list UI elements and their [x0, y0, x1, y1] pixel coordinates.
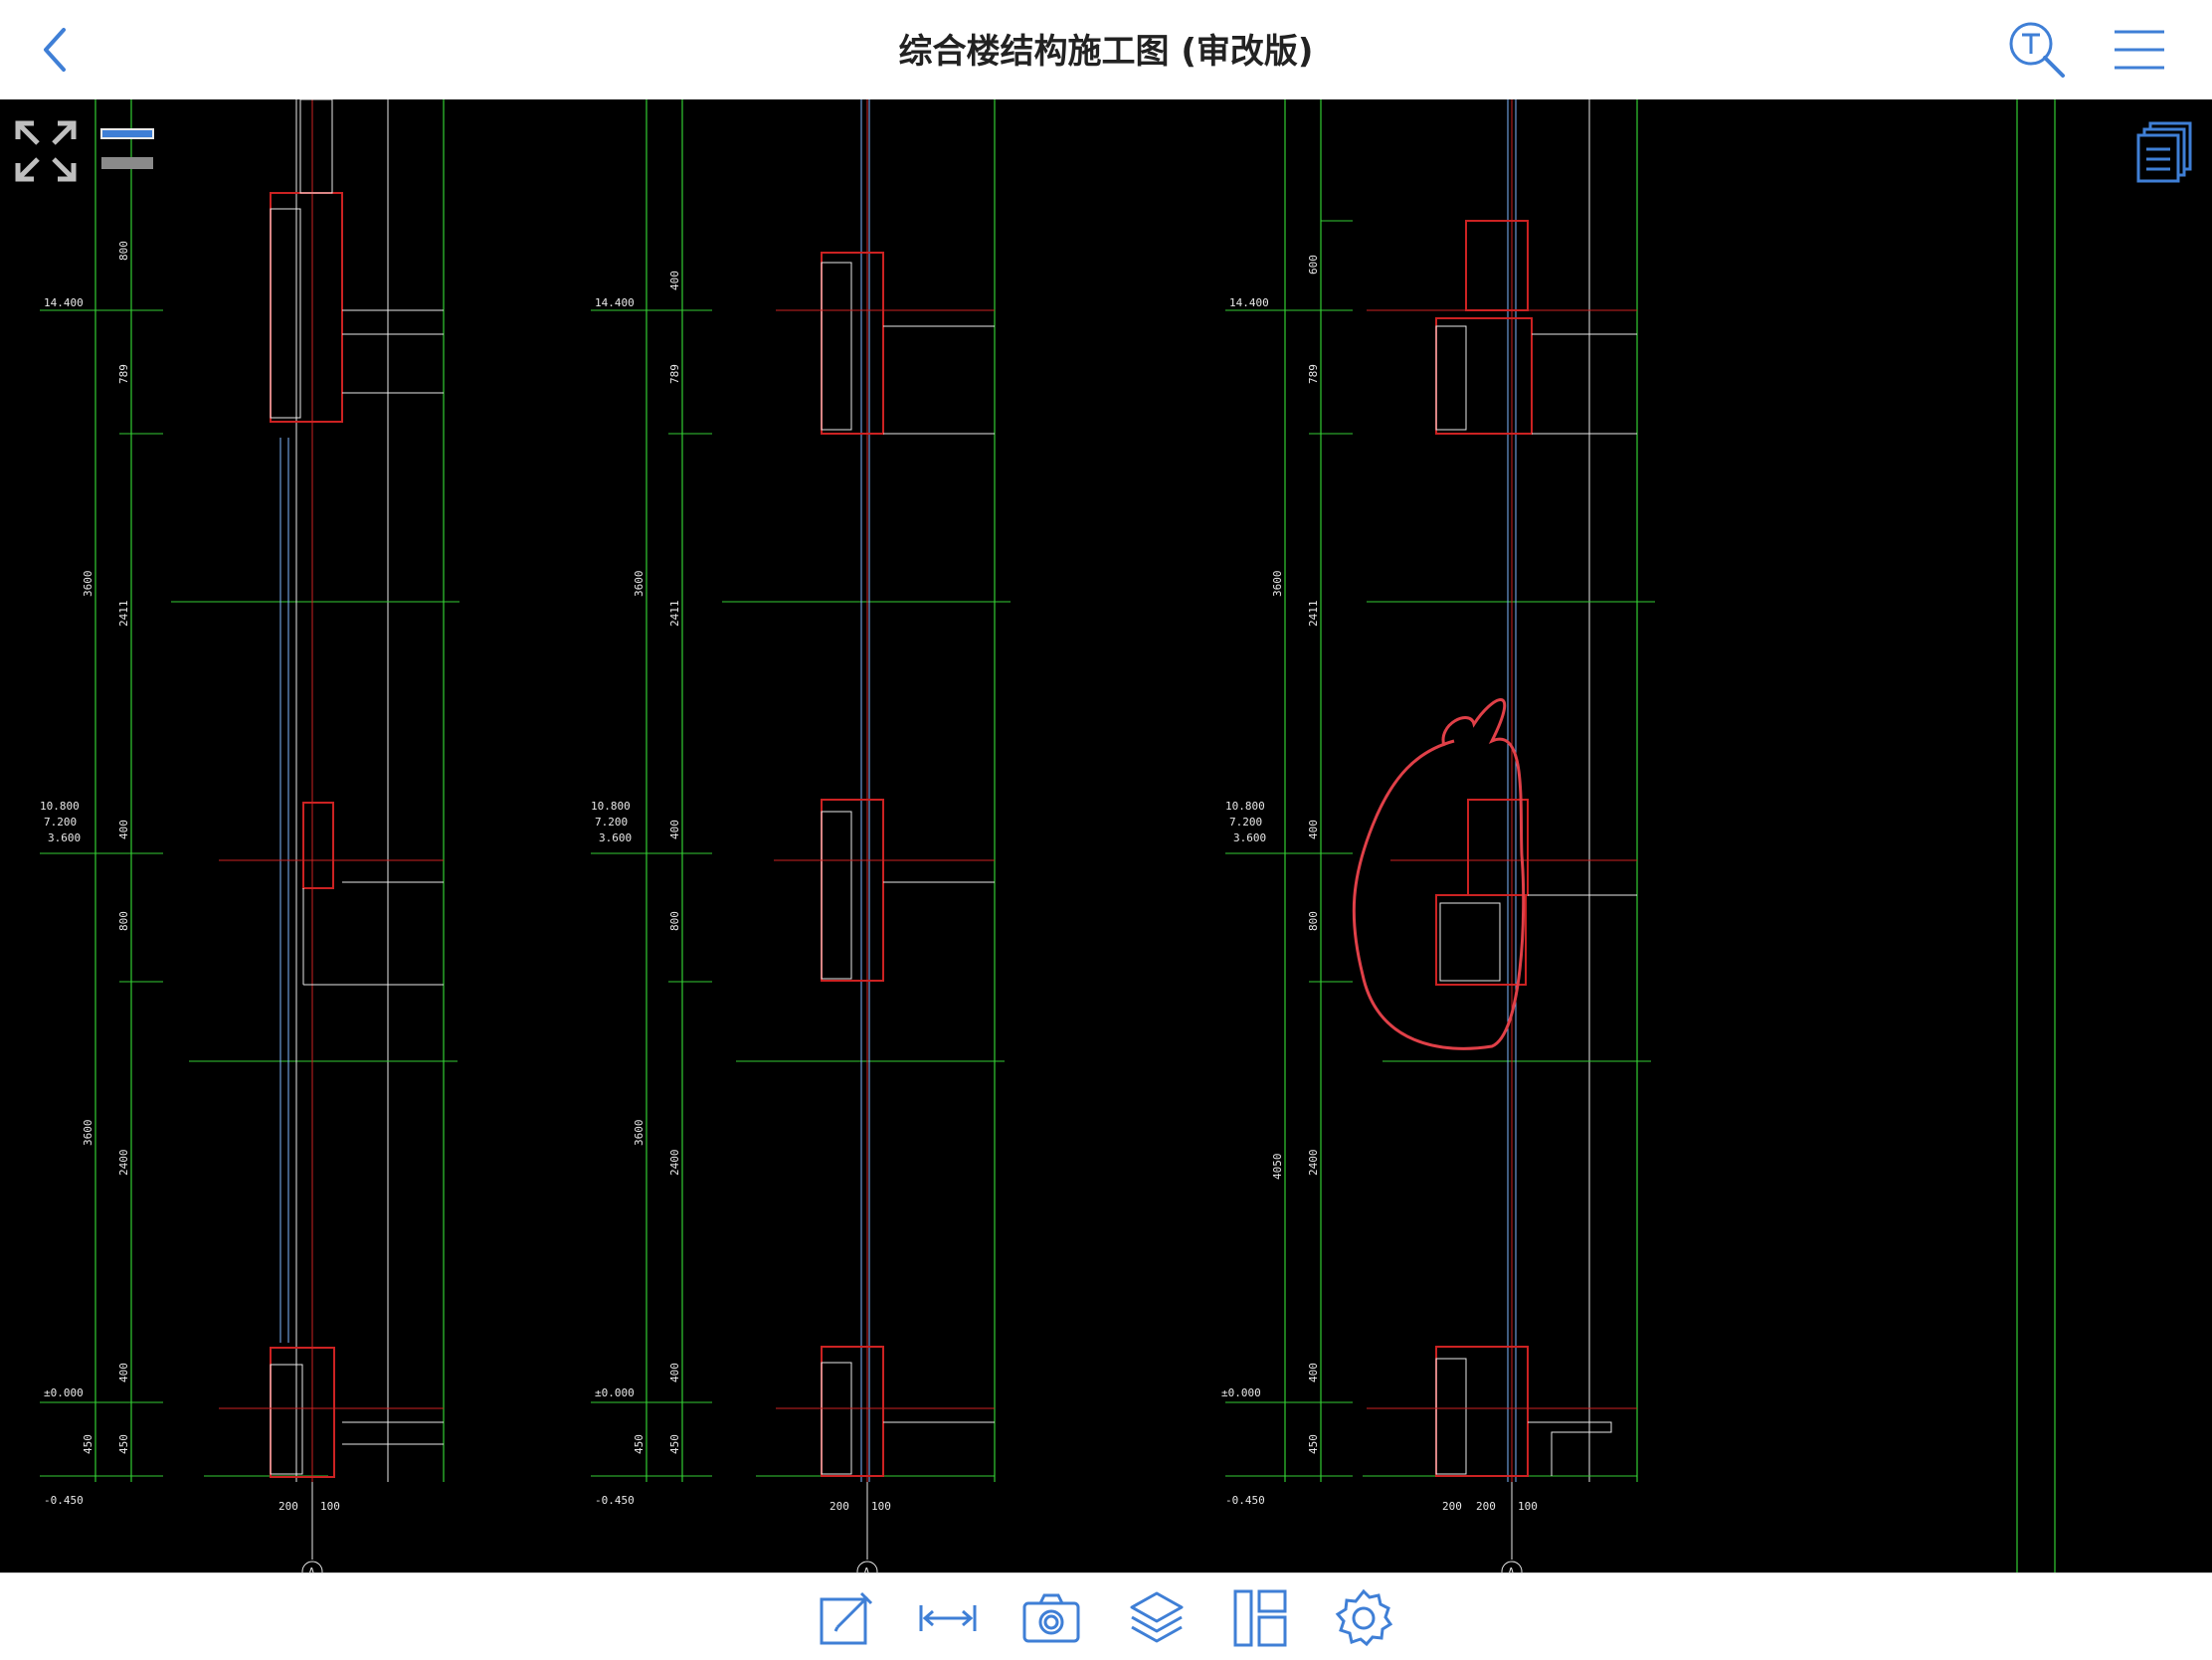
elev-label: 10.800	[40, 800, 80, 813]
dim-label: 450	[82, 1434, 94, 1454]
menu-button[interactable]	[2113, 26, 2166, 74]
dim-label: 3600	[82, 571, 94, 598]
dim-label: 400	[117, 820, 130, 839]
elev-label: 7.200	[595, 816, 628, 829]
text-search-icon	[2009, 22, 2065, 78]
dim-label: 200	[1476, 1500, 1496, 1513]
elev-label: -0.450	[44, 1494, 84, 1507]
elev-label: -0.450	[1225, 1494, 1265, 1507]
dim-label: 400	[1307, 1363, 1320, 1383]
dim-label: 450	[668, 1434, 681, 1454]
stacked-pages-icon	[2136, 121, 2192, 183]
measure-arrows-icon	[919, 1605, 977, 1631]
elev-label: 7.200	[44, 816, 77, 829]
dim-label: 450	[117, 1434, 130, 1454]
section-1: 14.400 10.800 7.200 3.600 ±0.000 -0.450 …	[40, 99, 460, 1572]
dim-label: 400	[668, 1363, 681, 1383]
hamburger-menu-icon	[2115, 30, 2164, 70]
dim-label: 789	[117, 364, 130, 384]
dim-label: 200	[1442, 1500, 1462, 1513]
elev-label: 3.600	[48, 831, 81, 844]
elev-label: 3.600	[1233, 831, 1266, 844]
pencil-edit-icon	[820, 1591, 873, 1645]
dim-label: 400	[1307, 820, 1320, 839]
dim-label: 400	[668, 271, 681, 290]
section-2: 14.400 10.800 7.200 3.600 ±0.000 -0.450 …	[591, 99, 1011, 1572]
snapshot-tool[interactable]	[1020, 1587, 1082, 1649]
elev-label: ±0.000	[44, 1386, 84, 1399]
dim-label: 789	[668, 364, 681, 384]
dim-label: 2400	[117, 1150, 130, 1177]
dim-label: 2411	[668, 601, 681, 628]
page-title: 综合楼结构施工图 (审改版)	[898, 32, 1314, 72]
markup-circle[interactable]	[1352, 698, 1526, 1050]
elev-label: 10.800	[591, 800, 631, 813]
elev-label: 10.800	[1225, 800, 1265, 813]
elev-label: -0.450	[595, 1494, 635, 1507]
elev-label: 7.200	[1229, 816, 1262, 829]
elev-label: ±0.000	[1221, 1386, 1261, 1399]
dim-label: 450	[633, 1434, 645, 1454]
top-bar: 综合楼结构施工图 (审改版)	[0, 0, 2212, 100]
dim-label: 800	[117, 911, 130, 931]
dim-label: 2400	[668, 1150, 681, 1177]
fullscreen-button[interactable]	[14, 119, 78, 183]
dim-label: 800	[1307, 911, 1320, 931]
dim-label: 789	[1307, 364, 1320, 384]
dim-label: 400	[117, 1363, 130, 1383]
elev-label: 14.400	[44, 296, 84, 309]
dim-label: 200	[830, 1500, 849, 1513]
dim-label: 4050	[1271, 1154, 1284, 1181]
settings-tool[interactable]	[1333, 1587, 1394, 1649]
camera-icon	[1022, 1593, 1080, 1643]
dim-label: 100	[871, 1500, 891, 1513]
axis-label: A	[308, 1566, 315, 1572]
dim-label: 800	[668, 911, 681, 931]
text-search-button[interactable]	[2005, 18, 2069, 82]
dim-label: 3600	[633, 571, 645, 598]
layers-tool[interactable]	[1126, 1587, 1188, 1649]
dim-label: 800	[117, 241, 130, 261]
gear-icon	[1335, 1588, 1393, 1647]
dim-label: 100	[1518, 1500, 1538, 1513]
section-3: 14.400 10.800 7.200 3.600 ±0.000 -0.450 …	[1221, 99, 2056, 1572]
elev-label: 14.400	[595, 296, 635, 309]
markup-tool[interactable]	[816, 1587, 877, 1649]
elev-label: 3.600	[599, 831, 632, 844]
drawing-canvas[interactable]: 14.400 10.800 7.200 3.600 ±0.000 -0.450 …	[0, 99, 2212, 1572]
dim-label: 450	[1307, 1434, 1320, 1454]
dim-label: 400	[668, 820, 681, 839]
layout-panels-icon	[1233, 1589, 1287, 1647]
axis-label: A	[863, 1566, 870, 1572]
dim-label: 2411	[117, 601, 130, 628]
dim-label: 3600	[1271, 571, 1284, 598]
dim-label: 3600	[633, 1120, 645, 1147]
dim-label: 3600	[82, 1120, 94, 1147]
dim-label: 2400	[1307, 1150, 1320, 1177]
layout-tool[interactable]	[1229, 1587, 1291, 1649]
cad-drawing[interactable]: 14.400 10.800 7.200 3.600 ±0.000 -0.450 …	[0, 99, 2212, 1572]
elev-label: ±0.000	[595, 1386, 635, 1399]
measure-tool[interactable]	[917, 1587, 979, 1649]
dim-label: 100	[320, 1500, 340, 1513]
dim-label: 600	[1307, 255, 1320, 275]
layer-toggle-button[interactable]	[99, 127, 155, 175]
layers-icon	[1130, 1591, 1184, 1643]
dim-label: 200	[278, 1500, 298, 1513]
toggle-bars-icon	[100, 128, 154, 169]
pages-button[interactable]	[2134, 119, 2194, 183]
axis-label: A	[1508, 1566, 1515, 1572]
elev-label: 14.400	[1229, 296, 1269, 309]
dim-label: 2411	[1307, 601, 1320, 628]
expand-arrows-icon	[15, 120, 77, 182]
bottom-toolbar	[0, 1572, 2212, 1660]
